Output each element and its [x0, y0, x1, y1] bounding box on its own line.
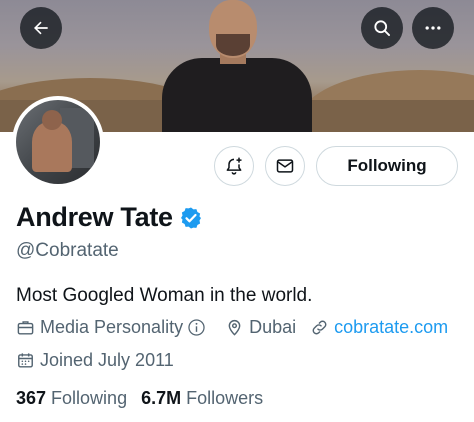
- joined-label: Joined July 2011: [40, 350, 174, 370]
- followers-stat-link[interactable]: 6.7M Followers: [141, 388, 263, 409]
- category-label: Media Personality: [40, 317, 184, 337]
- verified-badge-icon[interactable]: [179, 206, 203, 230]
- profile-name: Andrew Tate: [16, 202, 173, 232]
- link-icon: [312, 320, 327, 335]
- profile-joined: Joined July 2011: [16, 350, 174, 371]
- notifications-button[interactable]: [214, 146, 254, 186]
- profile-joined-row: Joined July 2011: [16, 350, 188, 371]
- profile-stats: 367 Following 6.7M Followers: [16, 388, 277, 409]
- search-button[interactable]: [361, 7, 403, 49]
- location-label: Dubai: [249, 317, 297, 337]
- following-count: 367: [16, 388, 47, 408]
- followers-label: Followers: [186, 388, 264, 408]
- calendar-icon: [18, 353, 33, 368]
- profile-name-row: Andrew Tate: [16, 202, 203, 233]
- website-link[interactable]: cobratate.com: [334, 317, 448, 338]
- envelope-icon: [276, 159, 294, 173]
- following-button[interactable]: Following: [316, 146, 458, 186]
- avatar[interactable]: [12, 96, 104, 188]
- profile-location: Dubai: [225, 317, 296, 338]
- following-label: Following: [51, 388, 128, 408]
- more-button[interactable]: [412, 7, 454, 49]
- message-button[interactable]: [265, 146, 305, 186]
- search-icon: [374, 20, 390, 36]
- profile-handle: @Cobratate: [16, 240, 119, 261]
- briefcase-icon: [17, 321, 34, 335]
- avatar-image: [16, 100, 100, 184]
- followers-count: 6.7M: [141, 388, 182, 408]
- location-pin-icon: [228, 319, 241, 336]
- profile-website[interactable]: cobratate.com: [310, 317, 448, 338]
- profile-meta-row: Media Personality Dubai cobratate.com: [16, 317, 462, 338]
- back-button[interactable]: [20, 7, 62, 49]
- following-stat-link[interactable]: 367 Following: [16, 388, 127, 409]
- bell-plus-icon: [226, 157, 242, 175]
- arrow-left-icon: [34, 21, 48, 35]
- profile-bio: Most Googled Woman in the world.: [16, 285, 313, 306]
- profile-category: Media Personality: [16, 317, 211, 338]
- info-icon[interactable]: [187, 318, 206, 337]
- more-dots-icon: [425, 26, 441, 30]
